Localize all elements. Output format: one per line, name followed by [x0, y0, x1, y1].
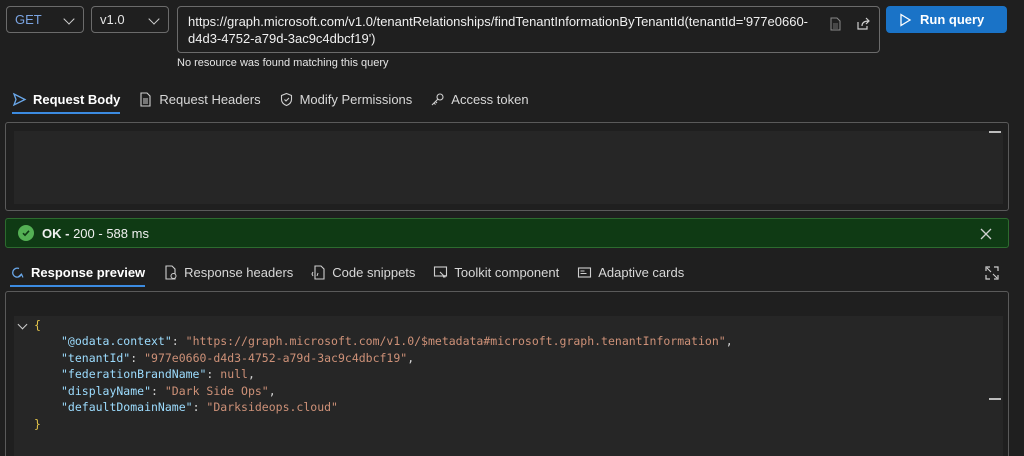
tab-label: Code snippets: [332, 264, 416, 280]
query-url-text: https://graph.microsoft.com/v1.0/tenantR…: [188, 14, 809, 46]
tab-label: Modify Permissions: [299, 91, 413, 107]
tab-label: Response headers: [184, 264, 294, 280]
tab-toolkit-component[interactable]: Toolkit component: [433, 261, 559, 283]
scrollbar-marker: [989, 398, 1001, 400]
shield-icon: [280, 92, 292, 106]
run-query-label: Run query: [920, 12, 985, 27]
document-icon[interactable]: [828, 17, 842, 35]
json-close-brace: }: [34, 417, 41, 431]
tab-request-headers[interactable]: Request Headers: [138, 88, 261, 110]
play-icon: [900, 12, 912, 27]
close-icon[interactable]: [980, 224, 992, 245]
expand-icon[interactable]: [984, 265, 1000, 281]
json-line: "federationBrandName": null,: [61, 367, 255, 381]
request-tabs: Request Body Request Headers Modify Perm…: [12, 88, 529, 114]
api-version-select[interactable]: v1.0: [91, 6, 169, 33]
chevron-down-icon: [148, 13, 160, 25]
request-body-editor[interactable]: [14, 131, 1003, 204]
tab-request-body[interactable]: Request Body: [12, 88, 121, 114]
send-icon: [12, 92, 27, 106]
status-detail: 200 - 588 ms: [73, 225, 149, 241]
tab-access-token[interactable]: Access token: [430, 88, 529, 110]
tab-code-snippets[interactable]: Code snippets: [311, 261, 415, 283]
scrollbar-marker: [989, 131, 1001, 133]
query-url-input[interactable]: https://graph.microsoft.com/v1.0/tenantR…: [177, 6, 880, 53]
request-body-panel: [5, 122, 1009, 211]
response-status-bar: OK - 200 - 588 ms: [5, 218, 1009, 248]
tab-label: Access token: [451, 91, 529, 107]
card-icon: [578, 266, 592, 278]
api-version-value: v1.0: [100, 12, 125, 27]
url-validation-message: No resource was found matching this quer…: [177, 57, 389, 69]
tab-label: Adaptive cards: [598, 264, 685, 280]
json-line: "@odata.context": "https://graph.microso…: [61, 334, 733, 348]
preview-icon: [12, 266, 24, 278]
response-json-viewer[interactable]: { "@odata.context": "https://graph.micro…: [14, 316, 1003, 456]
tab-label: Request Headers: [159, 91, 261, 107]
tab-response-headers[interactable]: Response headers: [163, 261, 293, 283]
run-query-button[interactable]: Run query: [886, 6, 1007, 33]
toolkit-icon: [434, 265, 448, 278]
status-ok-label: OK -: [42, 225, 70, 241]
check-circle-icon: [18, 225, 34, 241]
fold-chevron-icon[interactable]: [17, 319, 28, 330]
key-icon: [431, 92, 444, 105]
tab-label: Request Body: [33, 91, 121, 107]
tab-adaptive-cards[interactable]: Adaptive cards: [577, 261, 684, 283]
tab-response-preview[interactable]: Response preview: [10, 261, 146, 287]
json-open-brace: {: [34, 318, 41, 332]
document-icon: [140, 91, 151, 107]
headers-icon: [165, 264, 177, 280]
code-icon: [311, 264, 325, 280]
http-method-select[interactable]: GET: [6, 6, 84, 33]
response-preview-panel: { "@odata.context": "https://graph.micro…: [5, 291, 1009, 456]
chevron-down-icon: [63, 13, 75, 25]
response-tabs: Response preview Response headers Code s…: [10, 261, 684, 287]
share-icon[interactable]: [856, 17, 871, 35]
tab-label: Response preview: [31, 264, 146, 280]
tab-label: Toolkit component: [454, 264, 560, 280]
tab-modify-permissions[interactable]: Modify Permissions: [279, 88, 413, 110]
json-line: "tenantId": "977e0660-d4d3-4752-a79d-3ac…: [61, 351, 415, 365]
json-line: "defaultDomainName": "Darksideops.cloud": [61, 400, 338, 414]
http-method-value: GET: [15, 12, 42, 27]
json-line: "displayName": "Dark Side Ops",: [61, 384, 276, 398]
status-text: OK - 200 - 588 ms: [42, 226, 149, 241]
